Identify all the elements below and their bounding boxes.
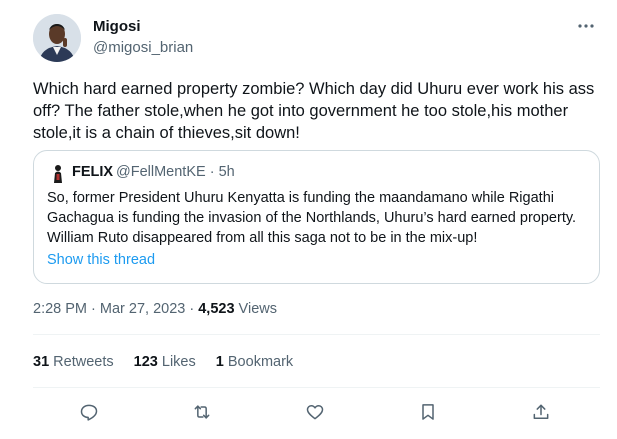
like-icon[interactable] [304,401,326,423]
tweet-text: Which hard earned property zombie? Which… [33,80,595,142]
divider [33,334,600,335]
tweet: Migosi @migosi_brian Which hard earned p… [0,0,617,439]
tweet-date[interactable]: Mar 27, 2023 [100,301,185,317]
retweets-count: 31 [33,354,50,370]
reply-icon[interactable] [78,401,100,423]
tweet-time[interactable]: 2:28 PM [33,301,87,317]
quoted-author-handle[interactable]: @FellMentKE [116,164,206,180]
retweets-label: Retweets [49,354,114,370]
quoted-author-name[interactable]: FELIX [72,164,113,180]
views-count: 4,523 [198,301,235,317]
quoted-author-meta: @FellMentKE · 5h [116,164,235,180]
retweets-stat[interactable]: 31 Retweets [33,354,114,370]
views-label: Views [234,301,277,317]
quoted-tweet[interactable]: FELIX @FellMentKE · 5h So, former Presid… [33,150,600,284]
bookmark-icon[interactable] [417,401,439,423]
author-avatar[interactable] [33,14,81,62]
share-icon[interactable] [530,401,552,423]
meta-separator: · [185,301,199,317]
quoted-avatar[interactable] [48,163,68,183]
more-horizontal-icon[interactable] [574,18,598,34]
bookmarks-stat[interactable]: 1 Bookmark [216,354,293,370]
likes-label: Likes [157,354,196,370]
show-thread-link[interactable]: Show this thread [47,252,155,268]
retweet-icon[interactable] [191,401,213,423]
quoted-separator: · [205,164,219,180]
likes-count: 123 [133,354,158,370]
divider [33,387,600,388]
author-handle[interactable]: @migosi_brian [93,39,193,56]
author-name[interactable]: Migosi [93,18,141,35]
bookmarks-label: Bookmark [223,354,294,370]
tweet-meta: 2:28 PM · Mar 27, 2023 · 4,523 Views [33,301,277,317]
quoted-text: So, former President Uhuru Kenyatta is f… [47,190,577,246]
quoted-time[interactable]: 5h [219,164,235,180]
tweet-stats: 31 Retweets 123 Likes 1 Bookmark [33,354,309,370]
bookmarks-count: 1 [215,354,224,370]
meta-separator: · [87,301,100,317]
likes-stat[interactable]: 123 Likes [134,354,196,370]
